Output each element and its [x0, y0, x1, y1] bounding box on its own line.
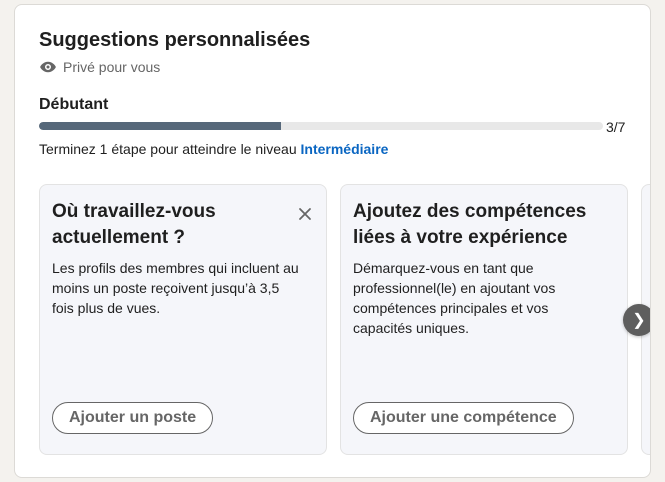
suggestion-title: Ajoutez des compétences liées à votre ex…	[353, 201, 587, 248]
privacy-label: Privé pour vous	[63, 59, 161, 75]
add-position-button[interactable]: Ajouter un poste	[52, 402, 214, 434]
suggestion-title: Où travaillez-vous actuellement ?	[52, 201, 216, 248]
suggestion-card-position: Où travaillez-vous actuellement ? Les pr…	[39, 184, 327, 455]
eye-icon	[40, 61, 56, 73]
personalized-suggestions-card: Suggestions personnalisées Privé pour vo…	[14, 4, 651, 478]
privacy-note: Privé pour vous	[39, 58, 160, 76]
add-skill-button[interactable]: Ajouter une compétence	[353, 402, 574, 434]
suggestion-card-skills: Ajoutez des compétences liées à votre ex…	[340, 184, 628, 455]
close-icon[interactable]	[296, 205, 314, 223]
card-title: Suggestions personnalisées	[39, 29, 311, 51]
next-level-link[interactable]: Intermédiaire	[301, 141, 389, 157]
progress-bar	[39, 122, 603, 130]
suggestion-description: Démarquez-vous en tant que professionnel…	[353, 260, 556, 336]
progress-count: 3/7	[606, 119, 626, 135]
progress-bar-fill	[39, 122, 281, 130]
progress-hint: Terminez 1 étape pour atteindre le nivea…	[39, 141, 388, 157]
suggestion-description: Les profils des membres qui incluent au …	[52, 260, 299, 316]
carousel-next-button[interactable]: ❯	[623, 304, 650, 336]
profile-level: Débutant	[39, 96, 109, 113]
chevron-right-icon: ❯	[632, 312, 646, 329]
progress-hint-text: Terminez 1 étape pour atteindre le nivea…	[39, 141, 301, 157]
